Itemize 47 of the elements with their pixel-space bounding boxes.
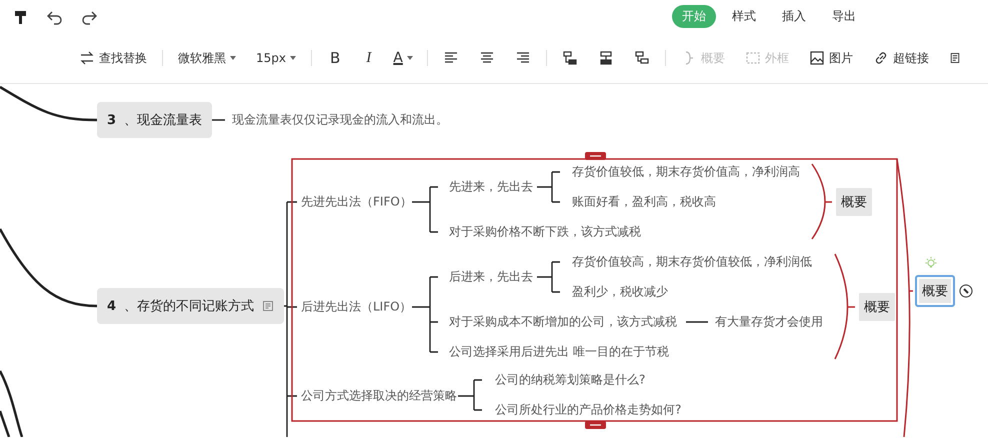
layout-icon <box>562 50 578 66</box>
connector-bracket <box>457 379 483 411</box>
subtopic-text[interactable]: 存货价值较低，期末存货价值高，净利润高 <box>572 164 800 180</box>
layout-icon <box>634 50 650 66</box>
subtopic-text[interactable]: 现金流量表仅仅记录现金的流入和流出。 <box>232 112 448 128</box>
subtopic-text[interactable]: 公司方式选择取决的经营策略 <box>301 388 457 404</box>
subtopic-text[interactable]: 公司选择采用后进先出 唯一目的在于节税 <box>449 344 669 360</box>
frame-icon <box>744 50 761 66</box>
topic-node[interactable]: 3、现金流量表 <box>97 102 212 138</box>
connector-line <box>686 321 708 323</box>
collapse-handle[interactable] <box>585 152 606 160</box>
subtopic-text[interactable]: 存货价值较高，期末存货价值较低，净利润低 <box>572 254 812 270</box>
connector-bracket <box>411 186 439 233</box>
subtopic-text[interactable]: 先进先出法（FIFO） <box>301 194 412 210</box>
menu-tab[interactable]: 导出 <box>822 5 866 28</box>
subtopic-text[interactable]: 对于采购成本不断增加的公司，该方式减税 <box>449 314 677 330</box>
link-button[interactable]: 超链接 <box>870 48 932 68</box>
subtopic-text[interactable]: 对于采购价格不断下跌，该方式减税 <box>449 224 641 240</box>
summary-node[interactable]: 概要 <box>857 291 897 323</box>
subtopic-text[interactable]: 后进先出法（LIFO） <box>301 298 412 316</box>
menu-tab[interactable]: 样式 <box>722 5 766 28</box>
topic-node[interactable]: 4、存货的不同记账方式 <box>97 288 284 324</box>
find-replace-button[interactable]: 查找替换 <box>76 48 150 68</box>
image-icon <box>808 50 825 66</box>
subtopic-text[interactable]: 公司的纳税筹划策略是什么? <box>495 372 646 388</box>
layout-icon <box>598 50 614 66</box>
collapse-handle[interactable] <box>585 421 606 429</box>
summary-node[interactable]: 概要 <box>915 275 955 307</box>
swap-icon <box>79 50 95 66</box>
dropdown[interactable]: 15px <box>253 49 299 67</box>
subtopic-text[interactable]: 公司所处行业的产品价格走势如何? <box>495 402 682 418</box>
subtopic-text[interactable]: 账面好看，盈利高，税收高 <box>572 194 716 210</box>
image-button[interactable]: 图片 <box>806 48 856 68</box>
dropdown[interactable]: 微软雅黑 <box>175 48 239 68</box>
connector-bracket <box>536 261 561 293</box>
subtopic-text[interactable]: 先进来，先出去 <box>449 178 533 196</box>
bold-button[interactable]: B <box>324 49 346 67</box>
subtopic-text[interactable]: 有大量存货才会使用 <box>715 314 823 330</box>
connector-bracket <box>536 171 561 203</box>
subtopic-text[interactable]: 后进来，先出去 <box>449 268 533 286</box>
note-icon <box>948 50 961 66</box>
menu-tab[interactable]: 插入 <box>772 5 816 28</box>
summary-node[interactable]: 概要 <box>834 186 874 218</box>
font-color-button[interactable]: A <box>391 50 415 66</box>
note-icon[interactable] <box>262 300 274 312</box>
subtopic-text[interactable]: 盈利少，税收减少 <box>572 284 668 300</box>
italic-button[interactable]: I <box>360 50 378 66</box>
